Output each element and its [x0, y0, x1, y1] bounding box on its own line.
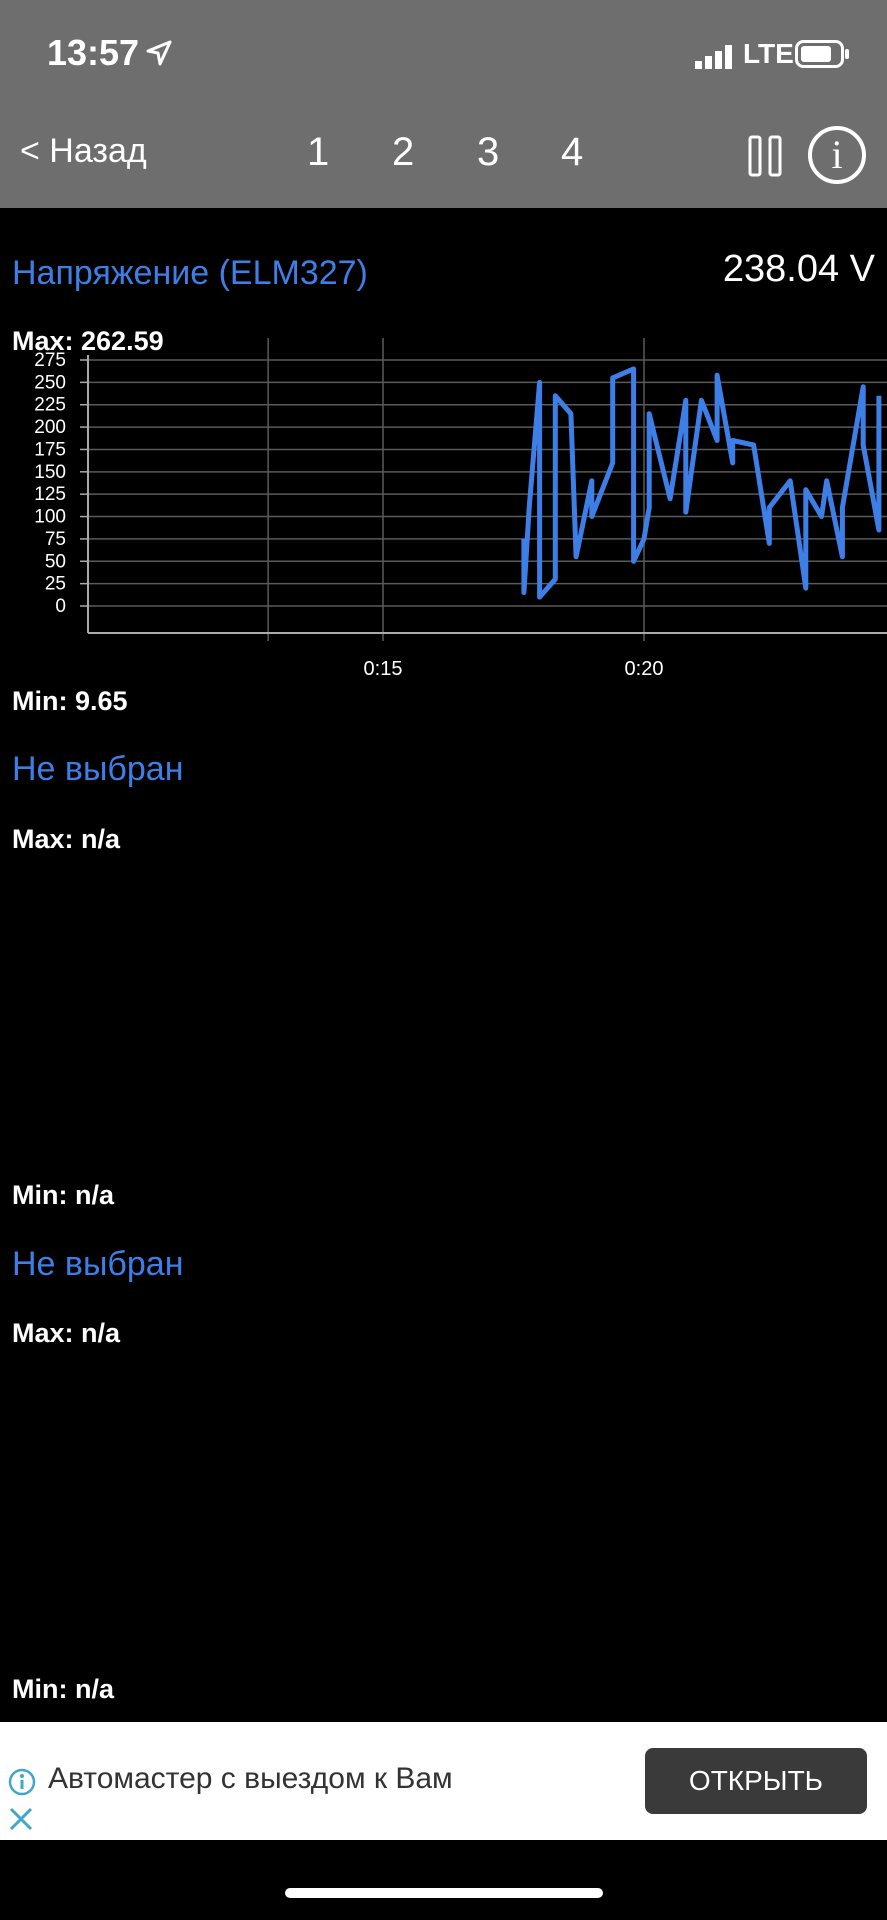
- voltage-chart: 0255075100125150175200225250275 0:15 0:20: [34, 338, 887, 680]
- location-arrow-icon: [146, 40, 172, 66]
- network-type: LTE: [743, 38, 794, 69]
- chart-grid-y: [80, 359, 887, 607]
- tick-label-y: 125: [34, 484, 66, 505]
- pause-icon[interactable]: [748, 135, 782, 177]
- sensor-2-max: Max: n/a: [12, 824, 121, 854]
- chart-x-ticks: 0:15 0:20: [364, 658, 664, 680]
- chart-y-ticks: 0255075100125150175200225250275: [34, 350, 66, 617]
- ad-open-button[interactable]: ОТКРЫТЬ: [645, 1748, 867, 1814]
- ad-close-icon[interactable]: [8, 1806, 34, 1832]
- tick-label-y: 150: [34, 462, 66, 483]
- tick-label-x: 0:20: [625, 658, 664, 680]
- info-icon[interactable]: i: [808, 126, 866, 184]
- sensor-3-title[interactable]: Не выбран: [12, 1245, 183, 1284]
- sensor-2-title[interactable]: Не выбран: [12, 750, 183, 789]
- tick-label-y: 250: [34, 372, 66, 393]
- tick-label-y: 175: [34, 439, 66, 460]
- home-indicator: [285, 1888, 603, 1898]
- tick-label-y: 225: [34, 395, 66, 416]
- tab-2[interactable]: 2: [392, 130, 414, 175]
- tick-label-y: 25: [45, 574, 66, 595]
- sensor-2-min: Min: n/a: [12, 1180, 114, 1210]
- tick-label-y: 100: [34, 507, 66, 528]
- chart-series-line: [521, 366, 882, 600]
- tick-label-y: 200: [34, 417, 66, 438]
- status-time: 13:57: [47, 32, 140, 73]
- ad-info-icon[interactable]: [8, 1768, 36, 1796]
- signal-icon: [695, 45, 732, 69]
- tab-1[interactable]: 1: [307, 130, 329, 175]
- sensor-3-min: Min: n/a: [12, 1674, 114, 1704]
- tick-label-y: 0: [55, 596, 66, 617]
- ad-text[interactable]: Автомастер с выездом к Вам: [48, 1762, 453, 1796]
- tick-label-y: 275: [34, 350, 66, 371]
- battery-icon: [795, 40, 849, 68]
- sensor-1-value: 238.04 V: [722, 248, 875, 290]
- tick-label-x: 0:15: [364, 658, 403, 680]
- sensor-1-title[interactable]: Напряжение (ELM327): [12, 254, 368, 293]
- tick-label-y: 50: [45, 551, 66, 572]
- sensor-1-min: Min: 9.65: [12, 686, 128, 716]
- sensor-3-max: Max: n/a: [12, 1318, 121, 1348]
- tick-label-y: 75: [45, 529, 66, 550]
- back-button[interactable]: < Назад: [20, 132, 147, 171]
- tab-3[interactable]: 3: [477, 130, 499, 175]
- tab-4[interactable]: 4: [561, 130, 583, 175]
